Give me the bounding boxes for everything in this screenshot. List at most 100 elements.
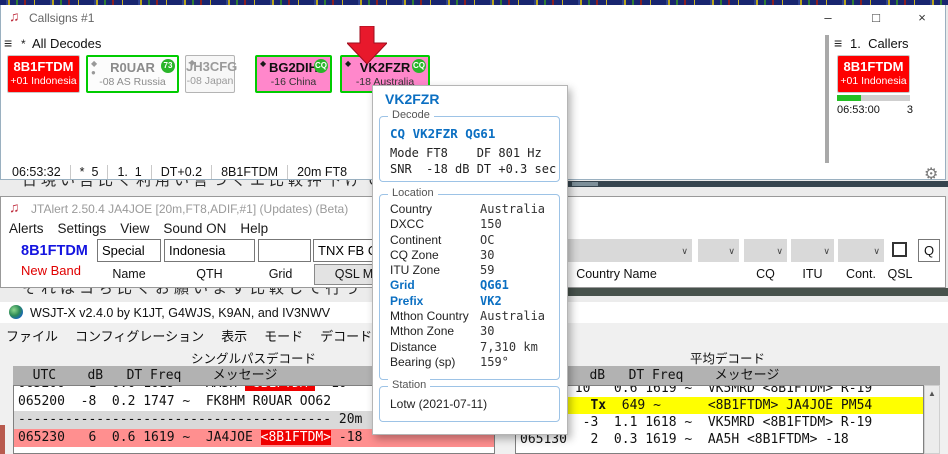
- menu-item[interactable]: コンフィグレーション: [75, 326, 204, 345]
- location-row: Mthon Country Australia: [390, 309, 557, 324]
- menu-item[interactable]: 表示: [221, 326, 247, 345]
- location-row-value: 159°: [480, 354, 509, 369]
- text-segment: <8B1FTDM>: [260, 430, 332, 445]
- scrollbar-thumb[interactable]: [572, 182, 598, 186]
- location-row-value: OC: [480, 232, 495, 247]
- tile-subtitle: -16 China: [270, 76, 317, 88]
- text-segment: 065230 6 0.6 1619 ~ JA4JOE: [18, 430, 261, 445]
- menu-item[interactable]: Sound ON: [163, 221, 226, 236]
- itu-label: ITU: [802, 267, 823, 281]
- caller-progress-fill: [837, 95, 861, 101]
- tile-callsign: 8B1FTDM: [843, 59, 904, 74]
- location-row: Prefix VK2: [390, 294, 557, 309]
- decode-row[interactable]: 0 -3 1.1 1618 ~ VK5MRD <8B1FTDM> R-19: [516, 414, 923, 431]
- location-row-label: ITU Zone: [390, 263, 441, 278]
- callsign-tile[interactable]: ◆ ● R0UAR -08 AS Russia 73: [86, 55, 179, 93]
- mode-df-line: Mode FT8 DF 801 Hz: [390, 146, 542, 160]
- star-marker: *: [21, 37, 26, 51]
- tile-subtitle: -08 AS Russia: [99, 76, 166, 88]
- callsign-tile[interactable]: 8B1FTDM +01 Indonesia: [7, 55, 80, 93]
- location-row: Country Australia: [390, 202, 557, 217]
- alert-type-label: New Band: [21, 263, 81, 278]
- wsjtx-window-title: WSJT-X v2.4.0 by K1JT, G4WJS, K9AN, and …: [30, 306, 331, 320]
- diamond-icon: ◆: [189, 58, 196, 67]
- itu-zone-dropdown[interactable]: 54 ∨: [791, 239, 834, 262]
- callsigns-window-title[interactable]: Callsigns #1: [29, 11, 94, 25]
- status-bar: 06:53:32 * 5 1. 1 DT+0.2 8B1FTDM 20m FT8: [3, 162, 356, 181]
- clipped-background-text: それはコち比くお願います比較して行う: [22, 288, 364, 297]
- caller-tile[interactable]: 8B1FTDM +01 Indonesia: [837, 55, 910, 93]
- close-icon[interactable]: ×: [907, 9, 937, 27]
- menu-item[interactable]: モード: [264, 326, 303, 345]
- qsl-label: QSL: [887, 267, 913, 281]
- chevron-down-icon: ∨: [681, 246, 688, 256]
- callsign-tile[interactable]: ◆ JH3CFG -08 Japan: [185, 55, 237, 93]
- location-row-label: Mthon Zone: [390, 324, 455, 339]
- minimize-icon[interactable]: –: [813, 9, 843, 27]
- tile-subtitle: +01 Indonesia: [10, 75, 77, 87]
- table-scrollbar[interactable]: ▲: [924, 385, 940, 454]
- q-button[interactable]: Q: [918, 239, 940, 262]
- background-dark-bar: [560, 288, 948, 296]
- cq-zone-dropdown[interactable]: 28 ∨: [744, 239, 787, 262]
- station-legend: Station: [388, 379, 431, 391]
- qth-field[interactable]: Indonesia: [164, 239, 255, 262]
- tile-status-icons: ◆: [189, 59, 195, 67]
- menu-item[interactable]: View: [120, 221, 149, 236]
- tile-badge: 73: [161, 59, 175, 73]
- jtalert-window-title[interactable]: JTAlert 2.50.4 JA4JOE [20m,FT8,ADIF,#1] …: [31, 202, 348, 216]
- cq-label: CQ: [756, 267, 775, 281]
- qsl-checkbox[interactable]: [892, 242, 907, 257]
- status-item: 1. 1: [107, 164, 150, 179]
- text-segment: ----------------------------------------…: [18, 412, 363, 427]
- callsign-tile[interactable]: ◆ BG2DIH -16 China CQ: [255, 55, 332, 93]
- tile-status-icons: ◆ ●: [91, 60, 97, 77]
- location-row: Bearing (sp) 159°: [390, 355, 557, 370]
- location-row-value: QG61: [480, 278, 509, 293]
- text-segment: 065200 -8 0.2 1747 ~ FK8HM R0UAR OO62: [18, 394, 332, 409]
- grid-field[interactable]: [258, 239, 311, 262]
- caller-time-row: 06:53:00 3: [837, 104, 913, 116]
- location-row-label: Country: [390, 202, 433, 216]
- location-row: CQ Zone 30: [390, 248, 557, 263]
- decode-row[interactable]: 5 Tx 649 ~ <8B1FTDM> JA4JOE PM54: [516, 397, 923, 414]
- menu-item[interactable]: Alerts: [9, 221, 44, 236]
- cont-label: Cont.: [846, 267, 876, 281]
- decode-row[interactable]: 10 0.6 1619 ~ VK5MRD <8B1FTDM> R-19: [516, 386, 923, 397]
- caller-time: 06:53:00: [837, 104, 880, 116]
- maximize-icon[interactable]: □: [861, 9, 891, 27]
- status-item: 8B1FTDM: [211, 164, 287, 179]
- status-item: * 5: [69, 164, 108, 179]
- location-row: Distance 7,310 km: [390, 340, 557, 355]
- continent-dropdown[interactable]: OC ∨: [838, 239, 884, 262]
- station-groupbox: Station Lotw (2021-07-11): [379, 379, 560, 422]
- hamburger-icon[interactable]: ≡: [834, 35, 842, 51]
- tile-callsign: 8B1FTDM: [13, 59, 74, 74]
- grid-label: Grid: [268, 267, 293, 281]
- background-red-fragment: [0, 425, 5, 454]
- menu-item[interactable]: Help: [240, 221, 268, 236]
- menu-item[interactable]: デコード: [320, 326, 372, 345]
- hamburger-icon[interactable]: ≡: [4, 35, 12, 51]
- location-row-value: 59: [480, 263, 495, 278]
- scroll-up-icon[interactable]: ▲: [925, 386, 939, 398]
- location-row: Continent OC: [390, 233, 557, 248]
- menu-item[interactable]: Settings: [58, 221, 107, 236]
- location-row-label: Bearing (sp): [390, 354, 456, 369]
- location-row: Mthon Zone 30: [390, 324, 557, 339]
- tile-subtitle: +01 Indonesia: [840, 75, 907, 87]
- extra-dropdown[interactable]: ∨: [698, 239, 739, 262]
- location-row-value: 30: [480, 247, 495, 262]
- menu-item[interactable]: ファイル: [6, 326, 58, 345]
- location-row-label: CQ Zone: [390, 247, 439, 262]
- name-label: Name: [112, 267, 146, 281]
- decode-row[interactable]: 065130 2 0.3 1619 ~ AA5H <8B1FTDM> -18: [516, 431, 923, 448]
- location-row-label: DXCC: [390, 217, 425, 232]
- status-item: 06:53:32: [12, 164, 61, 179]
- globe-icon: [9, 305, 23, 319]
- music-note-icon: ♫: [9, 199, 20, 215]
- chevron-down-icon: ∨: [728, 246, 735, 256]
- location-groupbox: Location Country Australia DXCC 150 Cont…: [379, 187, 560, 380]
- name-field[interactable]: Special: [97, 239, 161, 262]
- location-row-label: Continent: [390, 232, 442, 247]
